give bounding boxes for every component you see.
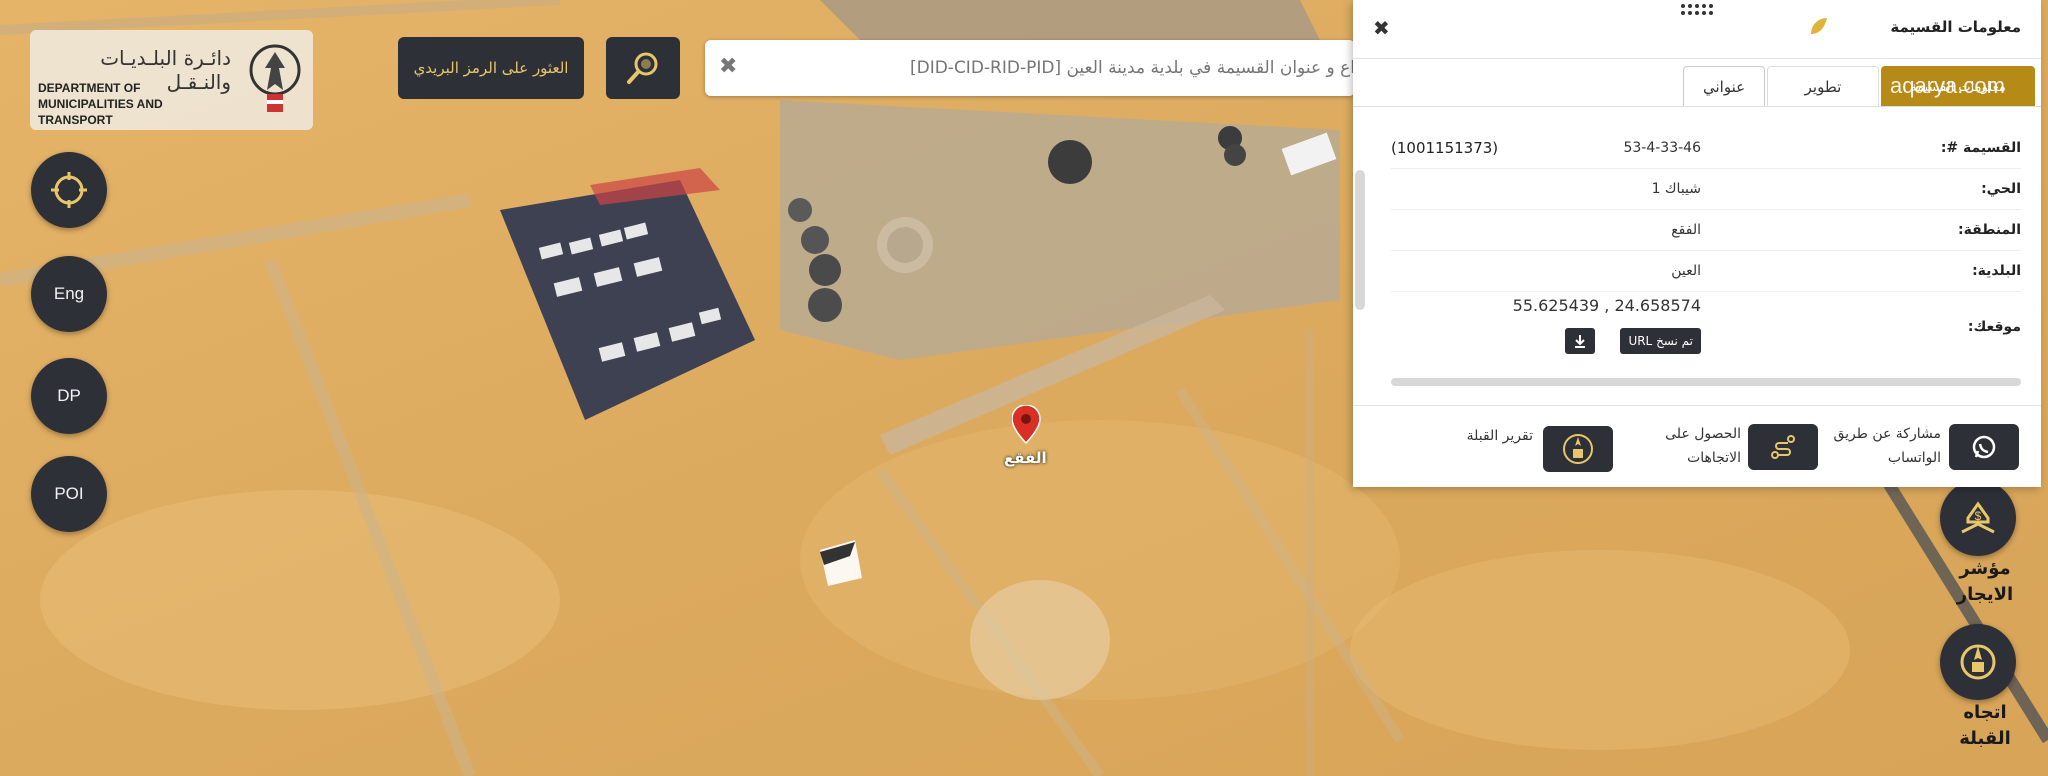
district-value: شيباك 1 [1651,181,1701,197]
clear-search-icon[interactable]: ✖ [719,54,737,79]
rent-index-button[interactable]: $ [1940,480,2016,556]
tab-development[interactable]: تطوير [1767,66,1879,107]
panel-tabs: عنواني تطوير معلومات القسيمة aqarya.com [1683,66,2035,107]
qibla-direction-label: اتجاه القبلة [1959,702,2011,749]
close-panel-icon[interactable]: ✖ [1373,16,1390,40]
parcel-number-value: 53-4-33-46 [1623,140,1701,156]
whatsapp-share-label: مشاركة عن طريق الواتساب [1833,426,1941,466]
map-marker-label: الفقع [1004,449,1047,467]
map-pin-icon [1012,405,1041,445]
qibla-compass-icon [1960,644,1996,680]
brand-leaf-icon [1811,18,1827,34]
svg-text:$: $ [1975,509,1982,523]
tab-parcel-info[interactable]: معلومات القسيمة aqarya.com [1881,66,2035,107]
table-row: الحي: شيباك 1 [1391,169,2021,210]
find-postal-code-button[interactable]: العثور على الرمز البريدي [398,37,584,99]
locate-me-button[interactable] [31,152,107,228]
tab-development-label: تطوير [1804,78,1842,96]
qibla-direction-button[interactable] [1940,624,2016,700]
whatsapp-icon [1972,435,1996,459]
qibla-report-label: تقرير القبلة [1466,428,1533,444]
logo-english-text: DEPARTMENT OF MUNICIPALITIES AND TRANSPO… [38,81,163,127]
find-postal-code-label: العثور على الرمز البريدي [413,59,569,77]
watermark-text: aqarya.com [1890,73,2005,98]
municipality-value: العين [1671,263,1701,279]
actions-divider [1353,405,2041,406]
language-toggle-button[interactable]: Eng [31,256,107,332]
dp-button[interactable]: DP [31,358,107,434]
location-label: موقعك: [1967,319,2021,335]
poi-label: POI [54,484,84,503]
copy-url-button[interactable]: تم نسخ URL [1620,328,1701,354]
parcel-info-panel: ✖ معلومات القسيمة عنواني تطوير معلومات ا… [1353,0,2041,487]
parcel-info-table: القسيمة #: 53-4-33-46 (1001151373) الحي:… [1391,128,2021,362]
drag-handle-icon[interactable] [1679,2,1715,18]
qibla-report-icon [1563,434,1593,464]
crosshair-icon [51,172,87,208]
table-row: القسيمة #: 53-4-33-46 (1001151373) [1391,128,2021,169]
route-icon [1771,435,1795,459]
download-icon [1575,335,1585,348]
district-label: الحي: [1981,181,2021,197]
tab-my-address[interactable]: عنواني [1683,66,1765,107]
language-label: Eng [53,284,85,303]
horizontal-scrollbar[interactable] [1391,378,2021,386]
dp-label: DP [57,386,81,405]
qibla-report-button[interactable] [1543,426,1613,472]
parcel-search-input[interactable] [755,40,1355,96]
search-button[interactable] [606,37,680,99]
poi-button[interactable]: POI [31,456,107,532]
get-directions-button[interactable] [1748,424,1818,470]
magnifier-icon [627,52,658,84]
municipality-label: البلدية: [1972,263,2021,279]
area-label: المنطقة: [1958,222,2021,238]
table-row: المنطقة: الفقع [1391,210,2021,251]
table-row: موقعك: 24.658574 , 55.625439 تم نسخ URL [1391,292,2021,362]
parcel-id-value: (1001151373) [1391,139,1499,157]
panel-title: معلومات القسيمة [1890,18,2021,36]
parcel-search-bar: ✖ [705,40,1355,96]
falcon-emblem-icon [249,44,301,112]
rent-index-label: مؤشر الايجار [1956,558,2014,605]
table-row: البلدية: العين [1391,251,2021,292]
dmt-logo: دائـرة البلـديـات والنـقـل DEPARTMENT OF… [30,30,313,130]
map-marker[interactable]: الفقع [1004,405,1047,475]
parcel-number-label: القسيمة #: [1940,140,2021,156]
coordinates-value: 24.658574 , 55.625439 [1512,296,1701,315]
panel-vertical-scrollbar[interactable] [1355,170,1365,310]
area-value: الفقع [1671,222,1701,238]
copy-url-label: تم نسخ URL [1628,334,1693,348]
rent-index-icon: $ [1961,501,1995,534]
panel-header: ✖ معلومات القسيمة [1353,0,2041,59]
get-directions-label: الحصول على الاتجاهات [1665,426,1741,466]
whatsapp-share-button[interactable] [1949,424,2019,470]
download-button[interactable] [1565,328,1595,354]
tab-divider [1353,106,2041,107]
tab-my-address-label: عنواني [1702,78,1746,96]
